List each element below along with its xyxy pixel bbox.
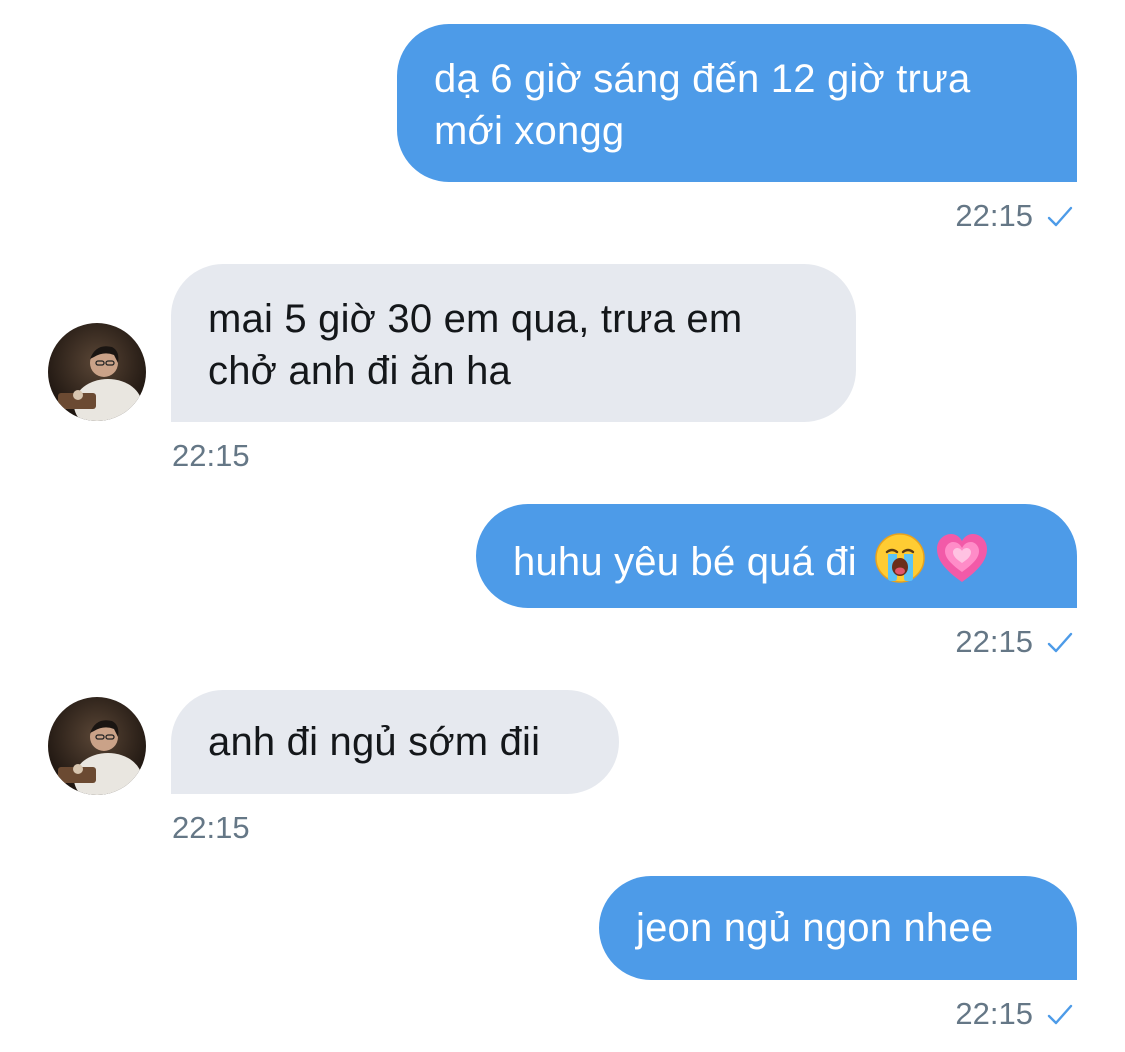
loudly-crying-face-emoji-icon (873, 531, 927, 598)
check-icon (1047, 198, 1073, 238)
timestamp: 22:15 (955, 624, 1033, 659)
message-text-line: mai 5 giờ 30 em qua, trưa em (208, 297, 743, 341)
avatar[interactable] (48, 697, 146, 795)
timestamp: 22:15 (955, 198, 1033, 233)
timestamp: 22:15 (172, 438, 250, 473)
growing-heart-emoji-icon (935, 532, 989, 597)
message-text-line: mới xongg (434, 109, 625, 153)
check-icon (1047, 624, 1073, 664)
message-bubble-sent[interactable]: jeon ngủ ngon nhee (599, 876, 1077, 980)
message-text: jeon ngủ ngon nhee (636, 906, 994, 950)
message-meta: 22:15 (955, 994, 1073, 1036)
profile-photo-icon (48, 697, 146, 795)
timestamp: 22:15 (172, 810, 250, 845)
profile-photo-icon (48, 323, 146, 421)
message-text: huhu yêu bé quá đi (513, 540, 857, 585)
message-text-line: dạ 6 giờ sáng đến 12 giờ trưa (434, 57, 971, 101)
check-icon (1047, 996, 1073, 1036)
message-bubble-received[interactable]: mai 5 giờ 30 em qua, trưa em chở anh đi … (171, 264, 856, 422)
message-meta: 22:15 (172, 808, 250, 848)
message-meta: 22:15 (172, 436, 250, 476)
timestamp: 22:15 (955, 996, 1033, 1031)
avatar[interactable] (48, 323, 146, 421)
message-bubble-sent[interactable]: dạ 6 giờ sáng đến 12 giờ trưa mới xongg (397, 24, 1077, 182)
message-meta: 22:15 (955, 622, 1073, 664)
message-bubble-received[interactable]: anh đi ngủ sớm đii (171, 690, 619, 794)
message-meta: 22:15 (955, 196, 1073, 238)
message-text: anh đi ngủ sớm đii (208, 720, 541, 764)
message-text-line: chở anh đi ăn ha (208, 349, 511, 393)
message-bubble-sent[interactable]: huhu yêu bé quá đi (476, 504, 1077, 608)
